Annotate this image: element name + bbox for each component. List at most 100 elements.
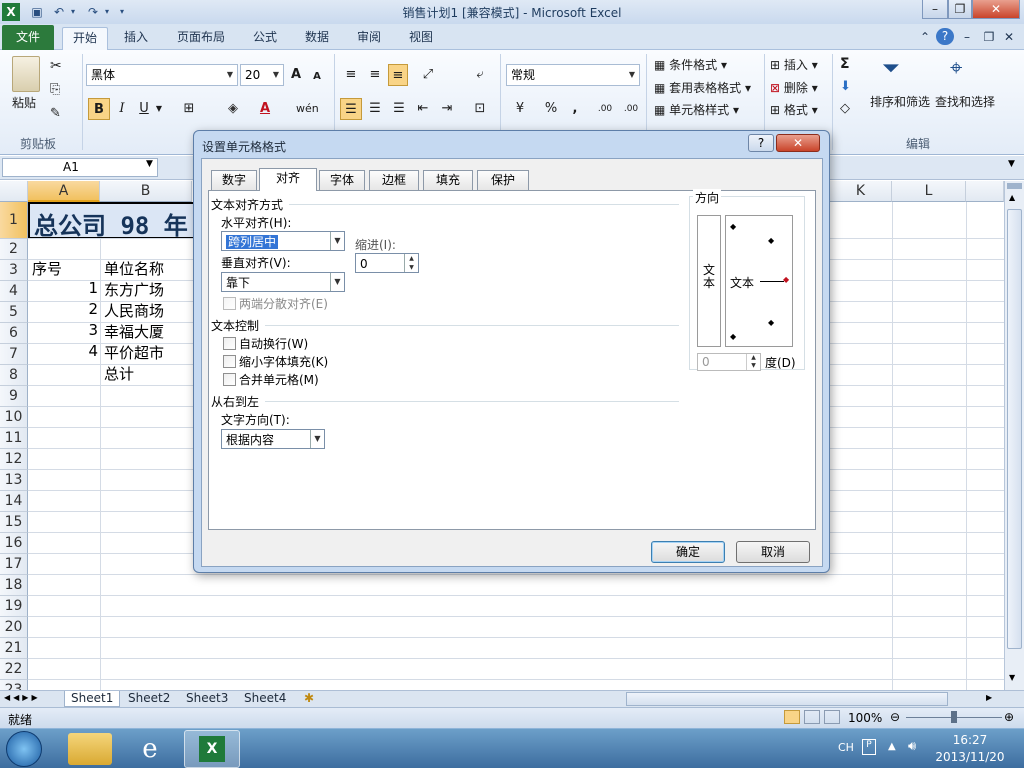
binoculars-icon[interactable]: ⌖: [950, 56, 962, 81]
scroll-down-icon[interactable]: ▼: [1009, 673, 1015, 682]
excel-taskbar-button[interactable]: X: [184, 730, 240, 768]
row-header[interactable]: 10: [0, 407, 28, 428]
align-middle-icon[interactable]: ≡: [366, 64, 384, 86]
column-header-l[interactable]: L: [892, 181, 966, 202]
autosum-icon[interactable]: Σ: [840, 56, 850, 72]
cell-b4[interactable]: 东方广场: [104, 279, 164, 300]
align-bottom-icon[interactable]: ≡: [388, 64, 408, 86]
row-header[interactable]: 13: [0, 470, 28, 491]
justify-distributed-checkbox[interactable]: [223, 297, 236, 310]
comma-button[interactable]: ,: [566, 98, 584, 120]
insert-cells-button[interactable]: ⊞ 插入 ▾: [770, 56, 818, 73]
sheet-tab-sheet1[interactable]: Sheet1: [64, 691, 121, 707]
ok-button[interactable]: 确定: [651, 541, 725, 563]
start-button[interactable]: [6, 731, 42, 767]
dialog-tab-number[interactable]: 数字: [211, 170, 257, 190]
sort-filter-icon[interactable]: ⏷: [882, 56, 900, 81]
cut-icon[interactable]: ✂: [50, 58, 62, 74]
page-layout-view-icon[interactable]: [804, 710, 820, 724]
scroll-thumb[interactable]: [1007, 209, 1022, 649]
cell-a1-title[interactable]: 总公司 98 年: [34, 206, 194, 241]
name-box[interactable]: A1: [2, 158, 158, 177]
column-header-m[interactable]: [966, 181, 1004, 202]
delete-cells-button[interactable]: ⊠ 删除 ▾: [770, 79, 818, 96]
input-method-icon[interactable]: P: [862, 739, 876, 755]
conditional-format-button[interactable]: ▦ 条件格式 ▾: [654, 56, 727, 73]
chevron-down-icon[interactable]: ▼: [223, 65, 237, 85]
file-explorer-icon[interactable]: [68, 733, 112, 765]
copy-icon[interactable]: ⎘: [50, 82, 60, 97]
orientation-handle-icon[interactable]: ◆: [783, 275, 789, 284]
accounting-format-icon[interactable]: ¥: [508, 98, 532, 120]
orientation-dial[interactable]: ◆ ◆ ◆ ◆ 文本 ◆: [725, 215, 793, 347]
format-painter-icon[interactable]: ✎: [50, 106, 61, 121]
sheet-tab-sheet2[interactable]: Sheet2: [122, 691, 176, 707]
clear-icon[interactable]: ◇: [840, 101, 850, 116]
clock-time[interactable]: 16:27: [930, 733, 1010, 747]
row-header[interactable]: 19: [0, 596, 28, 617]
row-header[interactable]: 11: [0, 428, 28, 449]
row-header[interactable]: 18: [0, 575, 28, 596]
chevron-down-icon[interactable]: ▼: [625, 65, 639, 85]
name-box-dropdown-icon[interactable]: ▼: [146, 159, 153, 169]
shrink-font-button[interactable]: A: [310, 66, 324, 88]
expand-formula-icon[interactable]: ▼: [1008, 159, 1015, 169]
cell-b7[interactable]: 平价超市: [104, 342, 164, 363]
cell-a7[interactable]: 4: [30, 342, 98, 360]
cell-a4[interactable]: 1: [30, 279, 98, 297]
cell-b3[interactable]: 单位名称: [104, 258, 164, 279]
volume-icon[interactable]: 🔊︎: [908, 739, 916, 754]
wrap-text-icon[interactable]: ⤶: [470, 64, 490, 86]
chevron-down-icon[interactable]: ▼: [269, 65, 283, 85]
italic-button[interactable]: I: [114, 98, 130, 120]
column-header-k[interactable]: K: [830, 181, 892, 202]
cell-b6[interactable]: 幸福大厦: [104, 321, 164, 342]
vertical-align-select[interactable]: 靠下 ▼: [221, 272, 345, 292]
tab-review[interactable]: 审阅: [348, 27, 390, 50]
insert-sheet-icon[interactable]: ✱: [298, 691, 320, 707]
orientation-icon[interactable]: ⤢: [416, 64, 440, 86]
clock-date[interactable]: 2013/11/20: [930, 750, 1010, 764]
row-header[interactable]: 21: [0, 638, 28, 659]
sheet-tab-sheet3[interactable]: Sheet3: [180, 691, 234, 707]
cancel-button[interactable]: 取消: [736, 541, 810, 563]
increase-decimal-button[interactable]: .00: [594, 98, 616, 120]
degrees-spinner[interactable]: 0 ▲ ▼: [697, 353, 761, 371]
bold-button[interactable]: B: [88, 98, 110, 120]
chevron-down-icon[interactable]: ▼: [330, 232, 344, 250]
row-header[interactable]: 2: [0, 239, 28, 260]
page-break-view-icon[interactable]: [824, 710, 840, 724]
percent-button[interactable]: %: [542, 98, 560, 120]
row-header[interactable]: 4: [0, 281, 28, 302]
cell-a6[interactable]: 3: [30, 321, 98, 339]
fill-color-icon[interactable]: ◈: [222, 98, 244, 120]
dialog-tab-alignment[interactable]: 对齐: [259, 168, 317, 191]
tab-view[interactable]: 视图: [400, 27, 442, 50]
vertical-scrollbar[interactable]: ▲ ▼: [1004, 181, 1024, 690]
text-direction-select[interactable]: 根据内容 ▼: [221, 429, 325, 449]
borders-icon[interactable]: ⊞: [178, 98, 200, 120]
column-header-b[interactable]: B: [100, 181, 192, 202]
cell-b5[interactable]: 人民商场: [104, 300, 164, 321]
cell-a3[interactable]: 序号: [32, 258, 62, 279]
row-header[interactable]: 20: [0, 617, 28, 638]
internet-explorer-icon[interactable]: e: [128, 733, 172, 765]
dialog-close-button[interactable]: ✕: [776, 134, 820, 152]
row-header[interactable]: 12: [0, 449, 28, 470]
column-header-a[interactable]: A: [28, 181, 100, 202]
minimize-button[interactable]: –: [922, 0, 948, 19]
tab-file[interactable]: 文件: [2, 25, 54, 50]
increase-indent-icon[interactable]: ⇥: [438, 98, 456, 120]
tab-page-layout[interactable]: 页面布局: [168, 27, 234, 50]
cell-a5[interactable]: 2: [30, 300, 98, 318]
dialog-tab-fill[interactable]: 填充: [423, 170, 473, 190]
format-cells-button[interactable]: ⊞ 格式 ▾: [770, 101, 818, 118]
dialog-tab-border[interactable]: 边框: [369, 170, 419, 190]
row-header[interactable]: 7: [0, 344, 28, 365]
wrap-text-checkbox[interactable]: [223, 337, 236, 350]
merge-center-icon[interactable]: ⊡: [468, 98, 492, 120]
phonetic-icon[interactable]: wén: [296, 98, 319, 120]
dialog-help-button[interactable]: ?: [748, 134, 774, 152]
row-header[interactable]: 15: [0, 512, 28, 533]
align-left-icon[interactable]: ☰: [340, 98, 362, 120]
